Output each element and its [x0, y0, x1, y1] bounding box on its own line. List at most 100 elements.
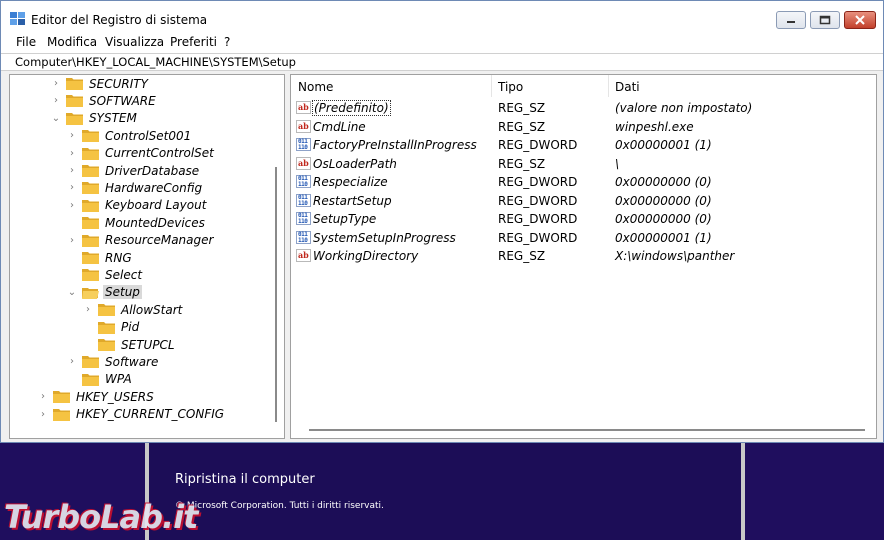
- tree-node[interactable]: › SOFTWARE: [50, 92, 158, 109]
- value-row[interactable]: 011 110 SetupType REG_DWORD 0x00000000 (0): [291, 210, 876, 228]
- maximize-button[interactable]: [810, 11, 840, 29]
- folder-icon: [82, 147, 99, 160]
- tree-node-label: Setup: [103, 285, 142, 300]
- value-name: SetupType: [313, 212, 377, 226]
- value-type: REG_SZ: [498, 101, 546, 115]
- value-type: REG_SZ: [498, 249, 546, 263]
- folder-icon: [82, 199, 99, 212]
- tree-node[interactable]: ⌄ Setup: [66, 284, 142, 301]
- chevron-right-icon[interactable]: ›: [50, 75, 62, 92]
- value-data: winpeshl.exe: [615, 119, 694, 134]
- value-row[interactable]: ab WorkingDirectory REG_SZ X:\windows\panth…: [291, 247, 876, 265]
- value-type: REG_DWORD: [498, 212, 578, 226]
- close-icon: [855, 15, 865, 25]
- tree-node[interactable]: › CurrentControlSet: [66, 145, 216, 162]
- binary-value-icon: 011 110: [296, 193, 312, 208]
- minimize-button[interactable]: [776, 11, 806, 29]
- values-pane[interactable]: Nome Tipo Dati ab (Predefinito) REG_SZ (val…: [290, 74, 877, 439]
- value-type: REG_DWORD: [498, 138, 578, 152]
- tree-node-label: CurrentControlSet: [105, 146, 214, 161]
- menu-modifica[interactable]: Modifica: [47, 35, 97, 49]
- tree-node[interactable]: Select: [66, 266, 144, 283]
- chevron-right-icon[interactable]: ›: [66, 145, 78, 162]
- tree-node[interactable]: SETUPCL: [82, 336, 177, 353]
- close-button[interactable]: [844, 11, 876, 29]
- tree-node-label: ResourceManager: [105, 233, 214, 248]
- tree-node[interactable]: › HKEY_USERS: [37, 388, 156, 405]
- value-data: 0x00000001 (1): [615, 138, 712, 152]
- value-data: \: [615, 156, 620, 171]
- tree-node[interactable]: Pid: [82, 319, 141, 336]
- chevron-right-icon[interactable]: ›: [50, 92, 62, 109]
- tree-node[interactable]: ⌄ SYSTEM: [50, 110, 139, 127]
- column-header-type[interactable]: Tipo: [498, 80, 523, 94]
- tree-node-label: SECURITY: [89, 76, 148, 91]
- value-row[interactable]: 011 110 Respecialize REG_DWORD 0x00000000 (…: [291, 173, 876, 191]
- chevron-right-icon[interactable]: ›: [66, 232, 78, 249]
- menu-preferiti[interactable]: Preferiti: [170, 35, 217, 49]
- column-header-name[interactable]: Nome: [298, 80, 333, 94]
- value-data: X:\windows\panther: [615, 249, 735, 263]
- tree-node-label: DriverDatabase: [105, 163, 200, 178]
- restore-computer-link[interactable]: Ripristina il computer: [175, 472, 315, 487]
- value-row[interactable]: 011 110 RestartSetup REG_DWORD 0x00000000 (…: [291, 192, 876, 210]
- tree-scrollbar[interactable]: [272, 75, 284, 438]
- tree-node[interactable]: › Software: [66, 353, 160, 370]
- chevron-right-icon[interactable]: ›: [66, 179, 78, 196]
- tree-node[interactable]: › ControlSet001: [66, 127, 193, 144]
- tree-node-label: Select: [105, 267, 143, 282]
- value-name: OsLoaderPath: [313, 156, 397, 171]
- chevron-right-icon[interactable]: ›: [66, 127, 78, 144]
- chevron-right-icon[interactable]: ›: [37, 388, 49, 405]
- tree-node[interactable]: › DriverDatabase: [66, 162, 201, 179]
- address-bar[interactable]: Computer\HKEY_LOCAL_MACHINE\SYSTEM\Setup: [1, 53, 883, 71]
- value-row[interactable]: 011 110 FactoryPreInstallInProgress REG_DW…: [291, 136, 876, 154]
- chevron-down-icon[interactable]: ⌄: [50, 110, 62, 127]
- folder-icon: [82, 216, 99, 230]
- tree-node-label: Software: [105, 354, 159, 369]
- folder-icon: [98, 321, 115, 334]
- menu-help[interactable]: ?: [224, 35, 230, 49]
- tree-node[interactable]: › HKEY_CURRENT_CONFIG: [37, 406, 226, 423]
- key-tree-pane[interactable]: › SECURITY › SOFTWARE ⌄ SYSTEM › ControlSet001 ›…: [9, 74, 285, 439]
- tree-node[interactable]: › HardwareConfig: [66, 179, 204, 196]
- chevron-right-icon[interactable]: ›: [66, 353, 78, 370]
- menu-file[interactable]: File: [16, 35, 36, 49]
- column-divider[interactable]: [491, 75, 492, 97]
- chevron-right-icon[interactable]: ›: [82, 301, 94, 318]
- chevron-right-icon[interactable]: ›: [66, 197, 78, 214]
- value-row[interactable]: ab OsLoaderPath REG_SZ \: [291, 155, 876, 173]
- column-divider[interactable]: [608, 75, 609, 97]
- tree-node[interactable]: RNG: [66, 249, 134, 266]
- column-header-data[interactable]: Dati: [615, 80, 640, 94]
- window-title: Editor del Registro di sistema: [31, 13, 208, 27]
- chevron-right-icon[interactable]: ›: [66, 162, 78, 179]
- tree-node[interactable]: MountedDevices: [66, 214, 207, 231]
- tree-node-label: MountedDevices: [105, 215, 205, 230]
- tree-node-label: ControlSet001: [105, 128, 192, 143]
- registry-editor-window: Editor del Registro di sistema File Modi…: [0, 0, 884, 443]
- tree-node[interactable]: › ResourceManager: [66, 232, 215, 249]
- title-bar[interactable]: Editor del Registro di sistema: [1, 1, 883, 34]
- tree-node[interactable]: › SECURITY: [50, 75, 150, 92]
- folder-icon: [66, 112, 83, 125]
- chevron-right-icon[interactable]: ›: [37, 406, 49, 423]
- chevron-down-icon[interactable]: ⌄: [66, 284, 78, 301]
- address-path[interactable]: Computer\HKEY_LOCAL_MACHINE\SYSTEM\Setup: [15, 55, 296, 69]
- horizontal-scrollbar[interactable]: [309, 429, 865, 431]
- tree-node[interactable]: › AllowStart: [82, 301, 184, 318]
- tree-node-label: AllowStart: [121, 302, 183, 317]
- tree-node[interactable]: › Keyboard Layout: [66, 197, 208, 214]
- menu-visualizza[interactable]: Visualizza: [105, 35, 164, 49]
- value-row[interactable]: 011 110 SystemSetupInProgress REG_DWORD 0x0…: [291, 229, 876, 247]
- value-row[interactable]: ab (Predefinito) REG_SZ (valore non imposta…: [291, 99, 876, 117]
- value-name: WorkingDirectory: [313, 249, 419, 263]
- tree-node[interactable]: WPA: [66, 371, 134, 388]
- folder-icon: [53, 390, 70, 404]
- tree-scroll-thumb[interactable]: [275, 167, 277, 422]
- string-value-icon: ab: [296, 156, 312, 171]
- value-row[interactable]: ab CmdLine REG_SZ winpeshl.exe: [291, 118, 876, 136]
